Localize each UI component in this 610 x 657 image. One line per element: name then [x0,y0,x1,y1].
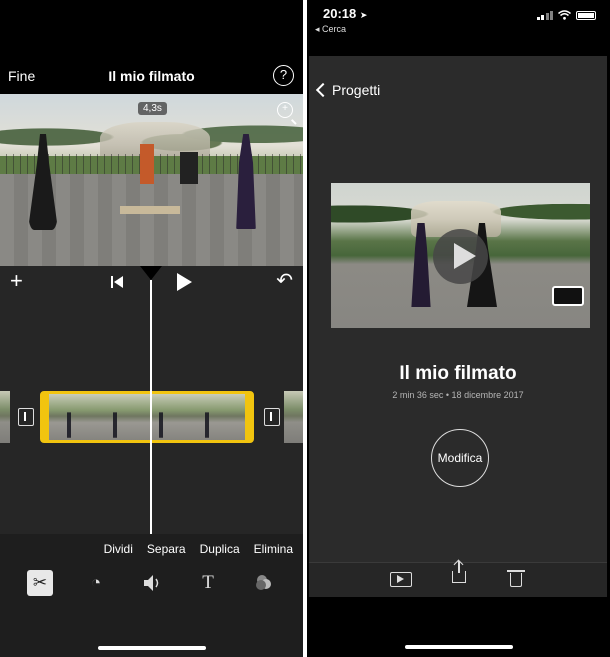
clip-trim-handle-right[interactable] [249,412,251,426]
timeline[interactable]: + ↶ [0,266,303,534]
home-indicator[interactable] [405,645,513,649]
project-toolbar [309,561,607,597]
inspector-panel: Dividi Separa Duplica Elimina ✂ ◔ T [0,534,303,657]
playhead[interactable] [150,280,152,534]
play-video-icon[interactable] [390,572,412,587]
timeline-clip-next[interactable] [284,391,303,443]
preview-mat [120,206,180,214]
zoom-in-icon[interactable]: + [277,102,293,118]
wifi-icon [558,10,571,20]
share-icon[interactable] [452,561,466,583]
play-icon[interactable] [177,273,192,291]
plus-icon[interactable]: + [10,270,23,292]
battery-icon [576,11,596,20]
transition-icon[interactable] [264,408,280,426]
preview-musician [140,144,154,184]
timeline-clip-previous[interactable] [0,391,10,443]
clip-frames [284,391,303,443]
speed-gauge-icon[interactable]: ◔ [83,570,109,596]
clip-trim-handle-left[interactable] [43,412,45,426]
video-preview[interactable]: 4,3s + [0,94,303,266]
skip-to-start-icon[interactable] [110,275,124,289]
project-screen: 20:18 ➤ ◂ Cerca Progetti Il mio filmato … [307,0,610,657]
back-to-search-link[interactable]: ◂ Cerca [315,24,346,35]
question-circle-icon[interactable]: ? [273,65,294,86]
duplicate-button[interactable]: Duplica [200,542,240,556]
project-meta: 2 min 36 sec • 18 dicembre 2017 [392,390,524,400]
project-title: Il mio filmato [399,363,517,384]
status-icons [536,10,596,20]
split-button[interactable]: Dividi [104,542,133,556]
text-title-icon[interactable]: T [195,570,221,596]
inspector-tools: ✂ ◔ T [0,570,303,600]
delete-button[interactable]: Elimina [254,542,293,556]
scissors-icon[interactable]: ✂ [27,570,53,596]
location-arrow-icon: ➤ [359,10,368,20]
project-detail: Progetti Il mio filmato 2 min 36 sec • 1… [309,56,607,597]
clip-frames [0,391,10,443]
phone-overlay-icon [552,286,584,306]
cellular-signal-icon [536,11,553,20]
home-indicator[interactable] [98,646,206,650]
clip-duration-badge: 4,3s [138,102,167,115]
play-circle-icon[interactable] [433,229,488,284]
project-thumbnail[interactable] [331,183,590,328]
detach-button[interactable]: Separa [147,542,186,556]
chevron-left-icon [315,82,331,98]
transition-icon[interactable] [18,408,34,426]
timeline-clip-selected[interactable] [40,391,254,443]
back-to-projects-button[interactable]: Progetti [315,82,380,98]
status-time: 20:18 ➤ [323,6,367,21]
editor-screen: Fine Il mio filmato ? 4,3s + + ↶ Dividi … [0,0,303,657]
edit-project-button[interactable]: Modifica [431,429,489,487]
back-label: Progetti [332,82,381,98]
editor-title: Il mio filmato [108,68,195,84]
preview-guitarist [180,152,198,184]
editor-nav-bar: Fine Il mio filmato ? [0,62,303,92]
trash-icon[interactable] [507,570,525,587]
status-time-text: 20:18 [323,6,357,21]
clip-actions: Dividi Separa Duplica Elimina [104,542,293,556]
playhead-notch [140,266,162,280]
volume-icon[interactable] [139,570,165,596]
status-bar: 20:18 ➤ ◂ Cerca [307,0,610,56]
filters-icon[interactable] [251,570,277,596]
undo-icon[interactable]: ↶ [276,271,293,291]
